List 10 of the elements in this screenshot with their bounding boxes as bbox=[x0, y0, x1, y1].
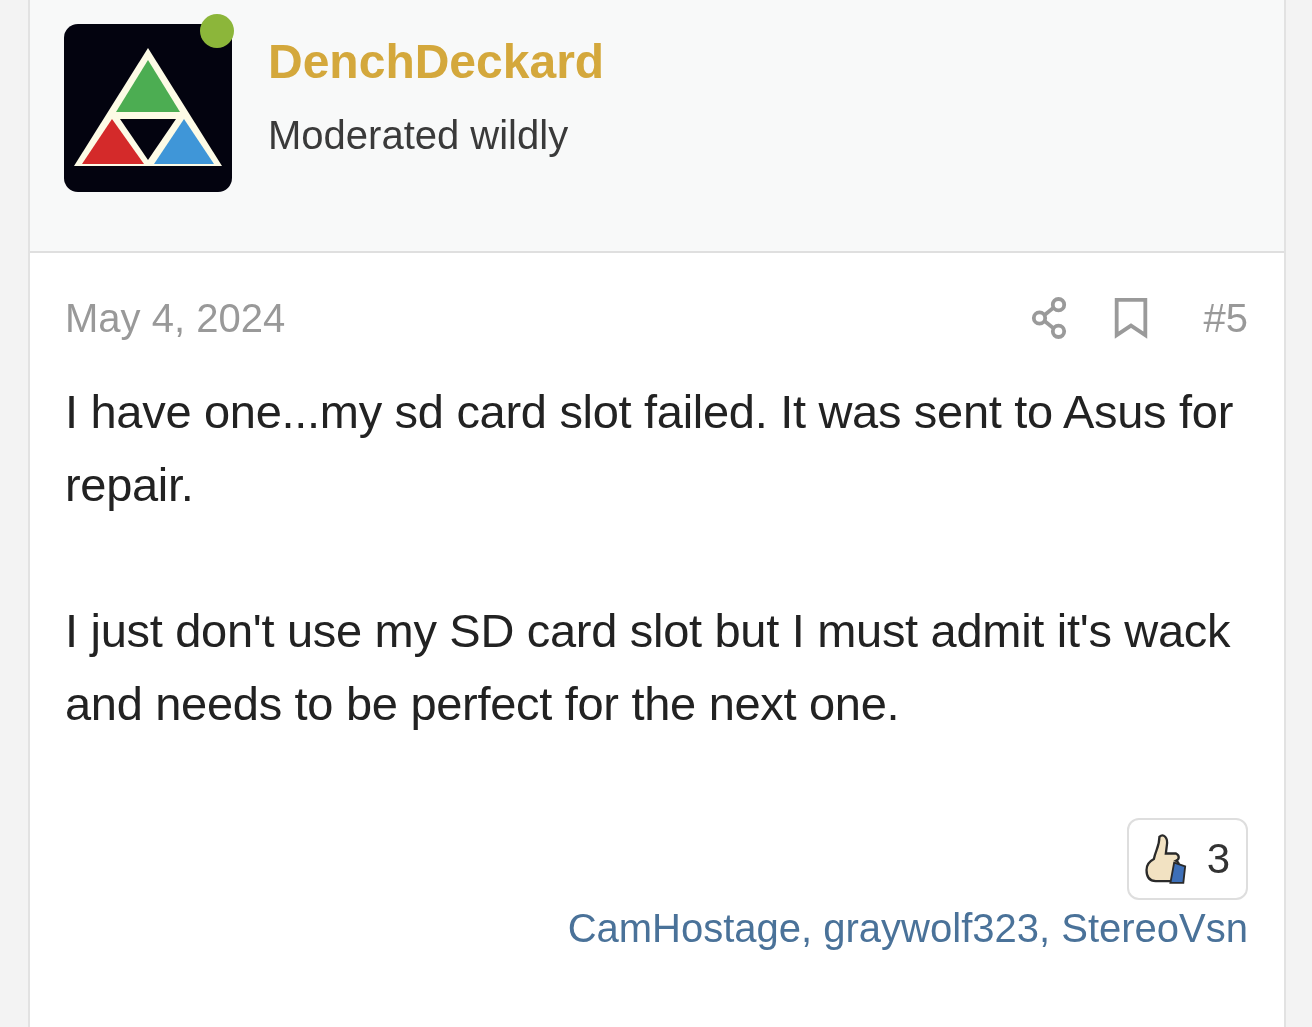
share-icon[interactable] bbox=[1029, 297, 1068, 339]
post-paragraph: I have one...my sd card slot failed. It was sent to Asus for repair. bbox=[65, 384, 1235, 513]
username-link[interactable]: DenchDeckard bbox=[268, 34, 605, 90]
avatar-icon[interactable] bbox=[64, 24, 232, 192]
reaction-users-link[interactable]: CamHostage, graywolf323, StereoVsn bbox=[567, 906, 1248, 951]
post-paragraph: I just don't use my SD card slot but I must admit it's wack and needs to be perfect for the next one. bbox=[65, 603, 1232, 732]
post-date[interactable]: May 4, 2024 bbox=[65, 295, 286, 341]
reaction-button[interactable]: 3 bbox=[1126, 818, 1248, 900]
user-title: Moderated wildly bbox=[268, 112, 570, 159]
post-number-link[interactable]: #5 bbox=[1203, 295, 1248, 341]
